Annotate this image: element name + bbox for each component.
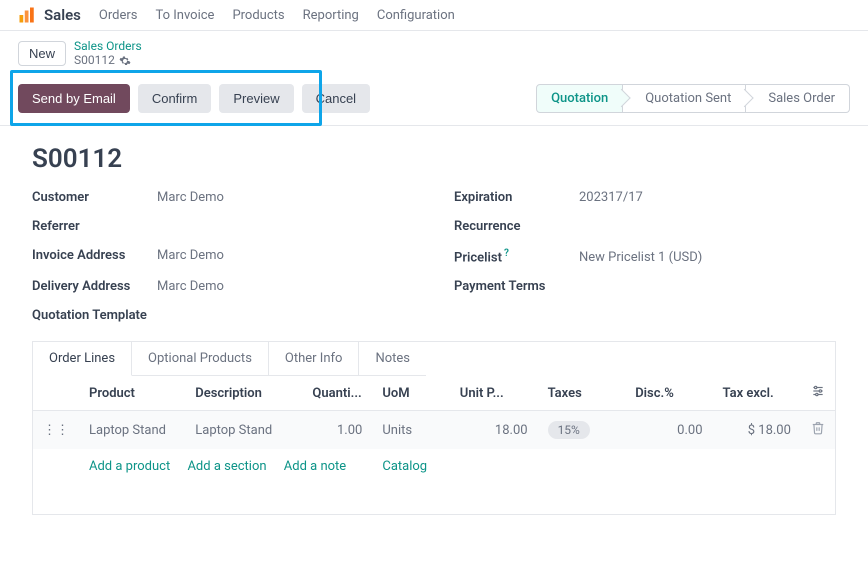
tab-notes[interactable]: Notes — [359, 342, 426, 376]
page-title: S00112 — [32, 144, 836, 174]
top-nav: Sales Orders To Invoice Products Reporti… — [0, 0, 868, 31]
order-lines-table: Product Description Quanti... UoM Unit P… — [32, 376, 836, 515]
cell-taxes[interactable]: 15% — [538, 411, 626, 450]
label-expiration: Expiration — [454, 190, 579, 205]
col-settings[interactable] — [801, 376, 836, 411]
cancel-button[interactable]: Cancel — [302, 84, 370, 113]
sales-app-icon — [18, 6, 36, 24]
label-recurrence: Recurrence — [454, 219, 579, 234]
action-row: Send by Email Confirm Preview Cancel Quo… — [0, 76, 868, 126]
stage-sales-order[interactable]: Sales Order — [746, 84, 850, 113]
cell-uom[interactable]: Units — [372, 411, 449, 450]
tab-order-lines[interactable]: Order Lines — [33, 342, 132, 376]
breadcrumb-current: S00112 — [74, 53, 142, 67]
table-header-row: Product Description Quanti... UoM Unit P… — [33, 376, 836, 411]
value-delivery-address[interactable]: Marc Demo — [157, 279, 224, 294]
col-uom[interactable]: UoM — [372, 376, 449, 411]
col-taxes[interactable]: Taxes — [538, 376, 626, 411]
nav-products[interactable]: Products — [232, 8, 284, 23]
label-delivery-address: Delivery Address — [32, 279, 157, 294]
tab-other-info[interactable]: Other Info — [269, 342, 360, 376]
col-quantity[interactable]: Quanti... — [302, 376, 372, 411]
cell-tax-excl: $ 18.00 — [713, 411, 801, 450]
spacer-row — [33, 484, 836, 514]
add-section-link[interactable]: Add a section — [187, 459, 266, 474]
add-row: Add a product Add a section Add a note C… — [33, 449, 836, 484]
nav-configuration[interactable]: Configuration — [377, 8, 455, 23]
nav-to-invoice[interactable]: To Invoice — [155, 8, 214, 23]
nav-orders[interactable]: Orders — [99, 8, 138, 23]
brand-label: Sales — [44, 6, 81, 24]
help-icon[interactable]: ? — [504, 248, 509, 259]
label-invoice-address: Invoice Address — [32, 248, 157, 263]
brand[interactable]: Sales — [18, 6, 81, 24]
add-product-link[interactable]: Add a product — [89, 459, 170, 474]
col-tax-excl[interactable]: Tax excl. — [713, 376, 801, 411]
action-buttons: Send by Email Confirm Preview Cancel — [18, 84, 370, 113]
value-customer[interactable]: Marc Demo — [157, 190, 224, 205]
stage-bar: Quotation Quotation Sent Sales Order — [536, 84, 850, 113]
catalog-link[interactable]: Catalog — [382, 459, 427, 474]
cell-unit-price[interactable]: 18.00 — [450, 411, 538, 450]
label-referrer: Referrer — [32, 219, 157, 234]
field-payment-terms: Payment Terms — [454, 279, 836, 294]
tab-optional-products[interactable]: Optional Products — [132, 342, 269, 376]
nav-reporting[interactable]: Reporting — [303, 8, 359, 23]
cell-disc[interactable]: 0.00 — [625, 411, 712, 450]
cell-quantity[interactable]: 1.00 — [302, 411, 372, 450]
sliders-icon[interactable] — [811, 384, 825, 398]
field-pricelist: Pricelist? New Pricelist 1 (USD) — [454, 248, 836, 265]
field-delivery-address: Delivery Address Marc Demo — [32, 279, 414, 294]
preview-button[interactable]: Preview — [219, 84, 293, 113]
breadcrumb-current-label: S00112 — [74, 53, 115, 67]
col-disc[interactable]: Disc.% — [625, 376, 712, 411]
col-description[interactable]: Description — [185, 376, 302, 411]
label-customer: Customer — [32, 190, 157, 205]
cell-description[interactable]: Laptop Stand — [185, 411, 302, 450]
breadcrumb-parent[interactable]: Sales Orders — [74, 39, 142, 53]
field-invoice-address: Invoice Address Marc Demo — [32, 248, 414, 265]
field-referrer: Referrer — [32, 219, 414, 234]
breadcrumb: New Sales Orders S00112 — [0, 31, 868, 76]
col-product[interactable]: Product — [79, 376, 185, 411]
value-invoice-address[interactable]: Marc Demo — [157, 248, 224, 263]
stage-quotation[interactable]: Quotation — [536, 84, 623, 113]
cell-delete[interactable] — [801, 411, 836, 450]
drag-handle-icon[interactable]: ⋮⋮ — [33, 411, 80, 450]
add-note-link[interactable]: Add a note — [284, 459, 346, 474]
field-quotation-template: Quotation Template — [32, 308, 414, 323]
stage-quotation-sent[interactable]: Quotation Sent — [623, 84, 746, 113]
value-expiration[interactable]: 202317/17 — [579, 190, 643, 205]
label-pricelist: Pricelist? — [454, 248, 579, 265]
form-body: S00112 Customer Marc Demo Expiration 202… — [0, 126, 868, 533]
tabs: Order Lines Optional Products Other Info… — [32, 341, 836, 376]
cell-product[interactable]: Laptop Stand — [79, 411, 185, 450]
breadcrumb-stack: Sales Orders S00112 — [74, 39, 142, 68]
col-unit-price[interactable]: Unit P... — [450, 376, 538, 411]
label-quotation-template: Quotation Template — [32, 308, 182, 323]
col-drag — [33, 376, 80, 411]
trash-icon[interactable] — [811, 421, 825, 435]
label-payment-terms: Payment Terms — [454, 279, 579, 294]
gear-icon[interactable] — [119, 55, 131, 67]
field-customer: Customer Marc Demo — [32, 190, 414, 205]
tax-pill[interactable]: 15% — [548, 421, 590, 439]
field-expiration: Expiration 202317/17 — [454, 190, 836, 205]
label-pricelist-text: Pricelist — [454, 250, 502, 265]
field-grid: Customer Marc Demo Expiration 202317/17 … — [32, 190, 836, 323]
confirm-button[interactable]: Confirm — [138, 84, 212, 113]
new-button[interactable]: New — [18, 41, 66, 66]
value-pricelist[interactable]: New Pricelist 1 (USD) — [579, 250, 702, 265]
field-recurrence: Recurrence — [454, 219, 836, 234]
send-by-email-button[interactable]: Send by Email — [18, 84, 130, 113]
table-row[interactable]: ⋮⋮ Laptop Stand Laptop Stand 1.00 Units … — [33, 411, 836, 450]
